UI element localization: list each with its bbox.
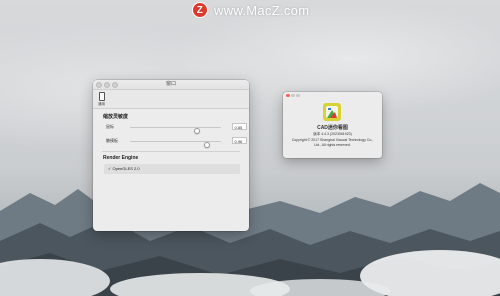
mouse-sensitivity-slider[interactable]	[130, 126, 221, 134]
title-bar[interactable]: 窗口	[93, 80, 249, 90]
app-icon	[323, 103, 341, 121]
phone-icon	[98, 92, 105, 101]
watermark-logo-icon: Z	[192, 2, 208, 18]
about-close-button[interactable]	[286, 93, 290, 97]
about-window-controls	[286, 93, 300, 97]
trackpad-sensitivity-thumb[interactable]	[203, 142, 210, 148]
desktop-mountains	[0, 183, 500, 296]
about-minimize-button[interactable]	[291, 93, 295, 97]
about-window: CAD迷你看图 版本 4.4.3 (2023061923) Copyright …	[283, 92, 382, 158]
about-zoom-button[interactable]	[296, 93, 300, 97]
mouse-sensitivity-row: 鼠标 0.85	[106, 123, 247, 134]
trackpad-sensitivity-label: 触摸板	[106, 138, 118, 143]
app-logo-graphic	[326, 107, 338, 118]
watermark-text: www.MacZ.com	[214, 2, 310, 18]
tab-general-label: 通用	[98, 102, 105, 106]
mouse-sensitivity-value[interactable]: 0.85	[232, 123, 247, 130]
app-name: CAD迷你看图	[317, 125, 348, 131]
watermark: Z www.MacZ.com	[192, 2, 309, 18]
trackpad-sensitivity-value[interactable]: 0.96	[232, 137, 247, 144]
mouse-sensitivity-label: 鼠标	[106, 124, 114, 129]
preferences-window: 窗口 通用 缩放灵敏度 鼠标 0.85 触摸板 0.96 Render Engi…	[93, 80, 249, 231]
sensitivity-section-title: 缩放灵敏度	[103, 114, 129, 120]
copyright-line-2: Ltd., All rights reserved.	[314, 143, 351, 147]
mouse-sensitivity-thumb[interactable]	[193, 128, 200, 134]
trackpad-sensitivity-slider[interactable]	[130, 140, 221, 148]
render-engine-list: ✓ OpenGLES 2.0	[104, 164, 240, 174]
render-engine-option-opengles[interactable]: ✓ OpenGLES 2.0	[108, 164, 140, 174]
copyright-line-1: Copyright © 2017 Shanghai Xiaocai Techno…	[291, 138, 374, 142]
about-title-bar[interactable]	[283, 92, 382, 99]
trackpad-sensitivity-row: 触摸板 0.96	[106, 137, 247, 148]
render-engine-title: Render Engine	[103, 155, 139, 161]
section-divider	[102, 151, 240, 152]
tab-general[interactable]: 通用	[96, 91, 107, 107]
preferences-toolbar: 通用	[93, 90, 249, 109]
app-version: 版本 4.4.3 (2023061923)	[313, 132, 352, 136]
window-title: 窗口	[165, 81, 176, 87]
